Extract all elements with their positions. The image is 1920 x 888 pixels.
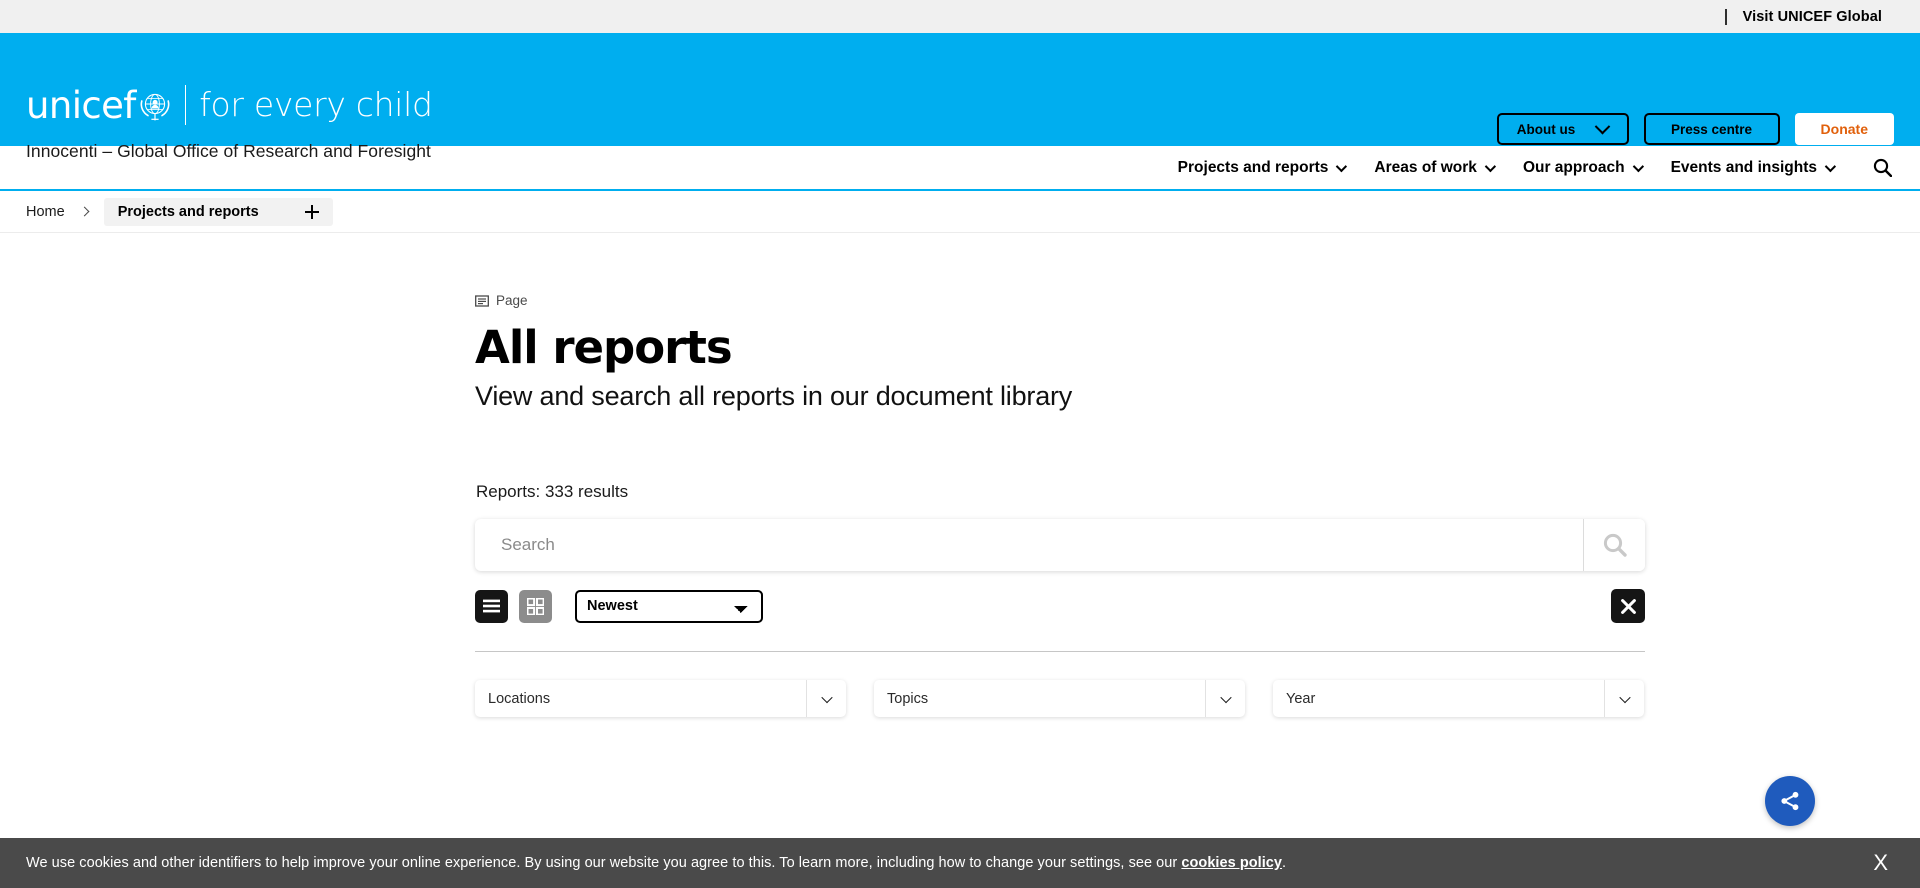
sort-select[interactable]: Newest [575, 589, 763, 623]
cookie-text-after: . [1282, 855, 1287, 871]
controls-row: Newest [475, 589, 1645, 623]
logo-divider [184, 85, 187, 125]
chevron-down-icon [1595, 118, 1611, 134]
page-kicker-label: Page [496, 293, 528, 308]
breadcrumb-item-current[interactable]: Projects and reports [103, 197, 333, 226]
chevron-down-icon[interactable] [806, 680, 846, 717]
nav-item-events-and-insights[interactable]: Events and insights [1670, 158, 1837, 177]
plus-icon[interactable] [304, 204, 319, 219]
search-bar [475, 519, 1645, 571]
page-kicker: Page [475, 293, 1920, 308]
breadcrumb-current-label: Projects and reports [117, 203, 259, 220]
filter-label: Topics [887, 690, 929, 707]
donate-button[interactable]: Donate [1794, 113, 1894, 145]
cookie-text: We use cookies and other identifiers to … [26, 855, 1286, 871]
brand-header: unicef for every child Innocenti – Globa… [0, 33, 1920, 161]
section-divider [475, 651, 1645, 652]
cookie-text-before: We use cookies and other identifiers to … [26, 855, 1178, 871]
page-title: All reports [475, 321, 733, 374]
brand-actions: About us Press centre Donate [1496, 113, 1894, 145]
page-content: Page All reports View and search all rep… [0, 293, 1920, 717]
about-us-button[interactable]: About us [1496, 113, 1629, 145]
nav-label: Our approach [1522, 158, 1625, 176]
nav-item-our-approach[interactable]: Our approach [1522, 158, 1644, 177]
chevron-down-icon [1632, 160, 1644, 172]
chevron-right-icon [79, 206, 90, 217]
logo-tagline: for every child [199, 85, 433, 124]
breadcrumb: Home Projects and reports [0, 191, 1920, 233]
unicef-emblem-icon [137, 87, 173, 123]
search-block: Reports: 333 results Search Newest Locat… [475, 482, 1920, 717]
chevron-down-icon[interactable] [1604, 680, 1644, 717]
search-icon [1603, 533, 1627, 557]
list-view-icon [483, 599, 500, 613]
office-subtitle: Innocenti – Global Office of Research an… [26, 141, 431, 161]
results-count: Reports: 333 results [476, 482, 629, 501]
filter-label: Year [1286, 690, 1316, 707]
share-icon [1781, 791, 1799, 811]
nav-item-areas-of-work[interactable]: Areas of work [1374, 158, 1497, 177]
page-icon [475, 294, 489, 307]
search-input[interactable] [475, 519, 1583, 571]
chevron-down-icon [1824, 160, 1837, 172]
share-button[interactable] [1765, 776, 1815, 826]
nav-label: Events and insights [1670, 158, 1817, 176]
chevron-down-icon [1484, 160, 1497, 172]
visit-unicef-global-link[interactable]: Visit UNICEF Global [1724, 8, 1882, 25]
unicef-logo[interactable]: unicef for every child [26, 83, 433, 127]
cookies-policy-link[interactable]: cookies policy [1181, 855, 1282, 871]
press-centre-button[interactable]: Press centre [1643, 113, 1780, 145]
unicef-wordmark: unicef [26, 83, 136, 127]
press-centre-label: Press centre [1671, 121, 1753, 137]
filters-row: Locations Topics Year [475, 680, 1645, 717]
chevron-down-icon [1336, 160, 1348, 172]
utility-bar: Visit UNICEF Global [0, 0, 1920, 33]
search-icon [1873, 158, 1892, 177]
list-view-button[interactable] [475, 589, 508, 623]
about-us-label: About us [1516, 121, 1576, 137]
grid-view-icon [527, 597, 544, 615]
nav-item-projects-and-reports[interactable]: Projects and reports [1177, 158, 1348, 177]
nav-search-button[interactable] [1873, 158, 1892, 177]
clear-filters-button[interactable] [1611, 589, 1645, 623]
brand-logo-group[interactable]: unicef for every child [26, 83, 433, 127]
page-subtitle: View and search all reports in our docum… [475, 381, 1073, 411]
close-icon [1620, 598, 1636, 614]
nav-label: Areas of work [1374, 158, 1477, 176]
chevron-down-icon[interactable] [1205, 680, 1245, 717]
search-submit-button[interactable] [1583, 519, 1645, 571]
filter-topics[interactable]: Topics [874, 680, 1245, 717]
filter-locations[interactable]: Locations [475, 680, 846, 717]
nav-label: Projects and reports [1177, 158, 1329, 176]
breadcrumb-item-home[interactable]: Home [26, 204, 65, 220]
grid-view-button[interactable] [519, 589, 552, 623]
cookie-banner: We use cookies and other identifiers to … [0, 838, 1920, 888]
cookie-close-button[interactable]: X [1867, 852, 1894, 874]
filter-label: Locations [488, 690, 551, 707]
filter-year[interactable]: Year [1273, 680, 1644, 717]
